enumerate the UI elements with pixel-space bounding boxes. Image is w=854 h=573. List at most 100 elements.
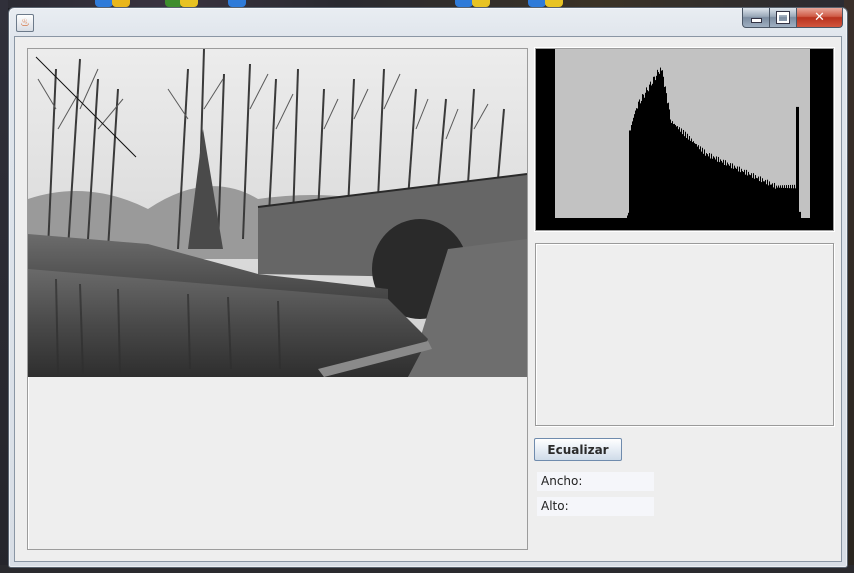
desktop-left-edge (0, 0, 8, 573)
histogram-bar (753, 173, 754, 230)
histogram-bar (707, 154, 708, 230)
histogram-bar (631, 125, 632, 230)
histogram-bar (745, 174, 746, 230)
histogram-bar (673, 124, 674, 230)
histogram-bar (765, 179, 766, 230)
histogram-bar (642, 94, 643, 230)
histogram-bar (796, 106, 797, 230)
histogram-bar (629, 130, 630, 230)
histogram-bar (660, 67, 661, 230)
histogram-bar (649, 84, 650, 230)
maximize-icon (776, 11, 790, 24)
histogram-bar (632, 121, 633, 230)
histogram-bar (653, 76, 654, 230)
histogram-bar (784, 185, 785, 230)
histogram-bar (675, 125, 676, 230)
histogram-bar (781, 187, 782, 230)
histogram-bar (696, 144, 697, 230)
histogram-bar (652, 83, 653, 230)
histogram-bar (692, 142, 693, 230)
histogram-bar (791, 188, 792, 230)
histogram-bar (800, 211, 801, 230)
minimize-button[interactable] (742, 8, 770, 28)
histogram-bar (667, 103, 668, 230)
histogram-bar (746, 169, 747, 230)
histogram-bar (744, 169, 745, 230)
histogram-chart (536, 49, 833, 230)
close-button[interactable]: ✕ (797, 8, 843, 28)
histogram-bar (670, 119, 671, 230)
histogram-bar (736, 168, 737, 230)
histogram-bar (697, 146, 698, 230)
histogram-bar (752, 177, 753, 230)
histogram-bar (657, 69, 658, 230)
histogram-bar (691, 138, 692, 230)
histogram-bar (698, 145, 699, 230)
histogram-bar (780, 185, 781, 230)
histogram-bar (761, 182, 762, 230)
histogram-bar (706, 153, 707, 230)
histogram-bar (662, 70, 663, 230)
histogram-bar (751, 173, 752, 230)
histogram-bar (732, 163, 733, 230)
histogram-bar (763, 181, 764, 230)
histogram-bar (742, 171, 743, 230)
histogram-bar (770, 184, 771, 230)
histogram-bar (788, 184, 789, 230)
histogram-bar (687, 133, 688, 230)
image-panel[interactable] (27, 48, 528, 550)
histogram-bar (671, 122, 672, 230)
histogram-bar (743, 172, 744, 230)
histogram-bar (773, 187, 774, 230)
histogram-bar (647, 90, 648, 230)
histogram-bar (635, 110, 636, 230)
histogram-bar (792, 184, 793, 230)
histogram-bar (710, 158, 711, 230)
desktop-icon (545, 0, 563, 7)
histogram-bar (627, 215, 628, 230)
histogram-bar (734, 165, 735, 230)
histogram-bar (659, 73, 660, 230)
histogram-bar (741, 168, 742, 230)
histogram-bar (648, 91, 649, 230)
histogram-bar (755, 175, 756, 230)
histogram-bar (714, 157, 715, 230)
histogram-bar (787, 188, 788, 230)
histogram-bar (658, 72, 659, 230)
client-area: Ecualizar Ancho: Alto: (14, 36, 842, 562)
histogram-bar (694, 143, 695, 230)
histogram-bar (690, 140, 691, 230)
histogram-bar (774, 182, 775, 230)
histogram-bar (704, 149, 705, 230)
equalize-button[interactable]: Ecualizar (534, 438, 622, 461)
histogram-bar (727, 162, 728, 230)
histogram-bar (793, 188, 794, 230)
histogram-bar (717, 161, 718, 230)
histogram-bar (750, 175, 751, 230)
histogram-bar (768, 185, 769, 230)
title-bar[interactable]: ♨ ✕ (9, 8, 847, 36)
desktop-icon (228, 0, 246, 7)
histogram-bar (783, 187, 784, 230)
histogram-bar (728, 164, 729, 230)
histogram-bar (733, 168, 734, 230)
histogram-bar (723, 159, 724, 230)
histogram-bar (775, 188, 776, 230)
histogram-bar (703, 153, 704, 230)
histogram-bar (677, 126, 678, 230)
desktop-icon (112, 0, 130, 7)
java-icon[interactable]: ♨ (16, 14, 34, 32)
histogram-bar (637, 108, 638, 230)
histogram-bar (665, 86, 666, 230)
histogram-bar (782, 185, 783, 230)
histogram-bar (731, 168, 732, 230)
histogram-bar (682, 134, 683, 230)
histogram-bar (663, 76, 664, 230)
histogram-bar (794, 184, 795, 230)
histogram-bar (740, 172, 741, 230)
histogram-bar (721, 160, 722, 230)
maximize-button[interactable] (770, 8, 797, 28)
app-window: ♨ ✕ Ecualizar Ancho: Alto: (8, 7, 848, 568)
histogram-bar (628, 212, 629, 230)
histogram-bar (767, 179, 768, 230)
